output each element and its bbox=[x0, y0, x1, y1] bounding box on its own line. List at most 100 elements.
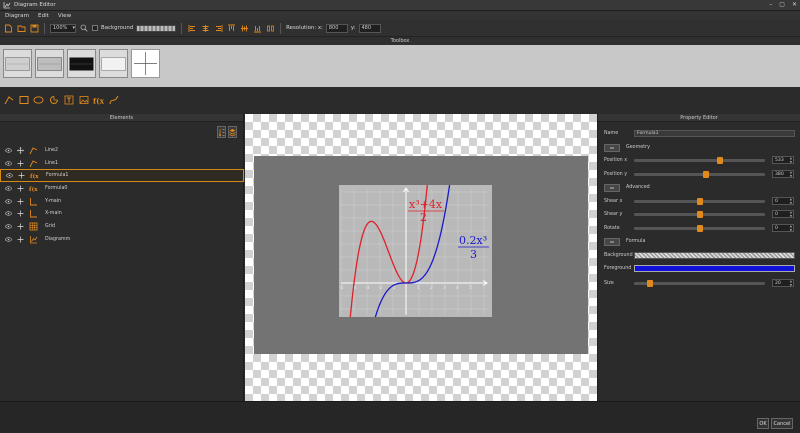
position-x-handle[interactable] bbox=[716, 157, 723, 164]
size-spinbox[interactable]: 20 ▲ ▼ bbox=[772, 279, 794, 287]
eye-icon[interactable] bbox=[5, 198, 12, 205]
zoom-select[interactable]: 100% ▾ bbox=[50, 23, 76, 33]
element-row-y-main[interactable]: Y-main bbox=[0, 195, 244, 208]
shear-y-slider[interactable] bbox=[634, 211, 765, 218]
element-row-line2[interactable]: Line2 bbox=[0, 144, 244, 157]
shear-y-spinbox[interactable]: 0 ▲ ▼ bbox=[772, 210, 794, 218]
position-y-slider[interactable] bbox=[634, 171, 765, 178]
eye-icon[interactable] bbox=[5, 147, 12, 154]
collapse-geometry-button[interactable] bbox=[604, 144, 620, 152]
move-icon[interactable] bbox=[17, 210, 24, 217]
distribute-icon[interactable] bbox=[265, 23, 275, 33]
element-row-formula1[interactable]: f(x) Formula1 bbox=[0, 169, 244, 183]
align-top-icon[interactable] bbox=[226, 23, 236, 33]
element-row-formula0[interactable]: f(x) Formula0 bbox=[0, 182, 244, 195]
x-tick-label: -2 bbox=[378, 285, 383, 291]
position-y-spinbox[interactable]: 380 ▲ ▼ bbox=[772, 170, 794, 178]
new-file-icon[interactable] bbox=[3, 23, 13, 33]
text-tool-icon[interactable] bbox=[63, 95, 74, 106]
move-icon[interactable] bbox=[17, 160, 24, 167]
rotate-handle[interactable] bbox=[696, 225, 703, 232]
sort-az-button[interactable] bbox=[217, 126, 226, 138]
resolution-y-input[interactable]: 480 bbox=[358, 23, 381, 33]
ok-button[interactable]: OK bbox=[757, 418, 769, 429]
eye-icon[interactable] bbox=[5, 236, 12, 243]
resolution-x-input[interactable]: 800 bbox=[325, 23, 348, 33]
curve-tool-icon[interactable] bbox=[108, 95, 119, 106]
diagram-background[interactable]: -5 -4 -3 -2 -1 1 2 3 4 5 x³+4x 2 0.2x³ 3 bbox=[254, 156, 588, 354]
rotate-slider[interactable] bbox=[634, 225, 765, 232]
element-row-grid[interactable]: Grid bbox=[0, 220, 244, 233]
close-button[interactable]: ✕ bbox=[792, 1, 797, 8]
position-x-spinbox[interactable]: 533 ▲ ▼ bbox=[772, 156, 794, 164]
eye-icon[interactable] bbox=[6, 172, 13, 179]
collapse-advanced-button[interactable] bbox=[604, 184, 620, 192]
open-file-icon[interactable] bbox=[16, 23, 26, 33]
menu-edit[interactable]: Edit bbox=[38, 13, 49, 19]
rotate-spinbox[interactable]: 0 ▲ ▼ bbox=[772, 224, 794, 232]
cancel-button[interactable]: Cancel bbox=[771, 418, 793, 429]
x-tick-label: -3 bbox=[365, 285, 370, 291]
formula-tool-icon[interactable]: f(x) bbox=[93, 95, 104, 106]
layer-order-button[interactable] bbox=[228, 126, 237, 138]
element-row-line1[interactable]: Line1 bbox=[0, 157, 244, 170]
zoom-icon[interactable] bbox=[79, 23, 89, 33]
size-handle[interactable] bbox=[646, 280, 653, 287]
size-slider[interactable] bbox=[634, 280, 765, 287]
move-icon[interactable] bbox=[18, 172, 25, 179]
ellipse-tool-icon[interactable] bbox=[33, 95, 44, 106]
diagram-plot[interactable]: -5 -4 -3 -2 -1 1 2 3 4 5 x³+4x 2 0.2x³ 3 bbox=[339, 185, 492, 317]
background-color-swatch[interactable] bbox=[634, 252, 795, 259]
template-grey[interactable] bbox=[35, 49, 64, 78]
eye-icon[interactable] bbox=[5, 210, 12, 217]
move-icon[interactable] bbox=[17, 236, 24, 243]
position-y-handle[interactable] bbox=[702, 171, 709, 178]
shear-y-handle[interactable] bbox=[696, 211, 703, 218]
align-middle-icon[interactable] bbox=[239, 23, 249, 33]
align-left-icon[interactable] bbox=[187, 23, 197, 33]
align-right-icon[interactable] bbox=[213, 23, 223, 33]
name-input[interactable]: Formula1 bbox=[634, 130, 795, 137]
template-dark[interactable] bbox=[67, 49, 96, 78]
arc-tool-icon[interactable] bbox=[48, 95, 59, 106]
background-checkbox[interactable] bbox=[92, 25, 98, 31]
eye-icon[interactable] bbox=[5, 160, 12, 167]
template-grid[interactable] bbox=[131, 49, 160, 78]
move-icon[interactable] bbox=[17, 223, 24, 230]
shear-x-spinbox[interactable]: 0 ▲ ▼ bbox=[772, 197, 794, 205]
align-center-icon[interactable] bbox=[200, 23, 210, 33]
move-icon[interactable] bbox=[17, 198, 24, 205]
name-label: Name bbox=[604, 131, 619, 136]
advanced-section-label: Advanced bbox=[626, 185, 650, 190]
main-toolbar: 100% ▾ Background Resolution: x: 800 y: 4… bbox=[0, 20, 800, 37]
maximize-button[interactable]: ▢ bbox=[779, 1, 785, 8]
svg-text:f(x): f(x) bbox=[29, 186, 38, 193]
shear-x-handle[interactable] bbox=[696, 198, 703, 205]
property-editor: Property Editor Name Formula1 Geometry P… bbox=[597, 114, 800, 401]
background-swatch[interactable] bbox=[136, 24, 177, 32]
blue-formula-numerator: 0.2x³ bbox=[459, 234, 487, 247]
line-tool-icon[interactable] bbox=[3, 95, 14, 106]
move-icon[interactable] bbox=[17, 146, 24, 154]
element-row-x-main[interactable]: X-main bbox=[0, 207, 244, 220]
shear-x-slider[interactable] bbox=[634, 198, 765, 205]
move-icon[interactable] bbox=[17, 185, 24, 192]
save-icon[interactable] bbox=[29, 23, 39, 33]
eye-icon[interactable] bbox=[5, 223, 12, 230]
position-y-label: Position y bbox=[604, 172, 628, 177]
collapse-formula-button[interactable] bbox=[604, 238, 620, 246]
menu-diagram[interactable]: Diagram bbox=[5, 13, 29, 19]
menu-view[interactable]: View bbox=[58, 13, 71, 19]
minimize-button[interactable]: – bbox=[769, 1, 772, 8]
position-x-slider[interactable] bbox=[634, 157, 765, 164]
template-light[interactable] bbox=[3, 49, 32, 78]
element-row-diagramm[interactable]: Diagramm bbox=[0, 233, 244, 246]
foreground-color-swatch[interactable] bbox=[634, 265, 795, 272]
chevron-down-icon: ▾ bbox=[72, 25, 75, 31]
rectangle-tool-icon[interactable] bbox=[18, 95, 29, 106]
template-white[interactable] bbox=[99, 49, 128, 78]
image-tool-icon[interactable] bbox=[78, 95, 89, 106]
align-bottom-icon[interactable] bbox=[252, 23, 262, 33]
canvas-area[interactable]: -5 -4 -3 -2 -1 1 2 3 4 5 x³+4x 2 0.2x³ 3 bbox=[245, 114, 597, 401]
eye-icon[interactable] bbox=[5, 185, 12, 192]
